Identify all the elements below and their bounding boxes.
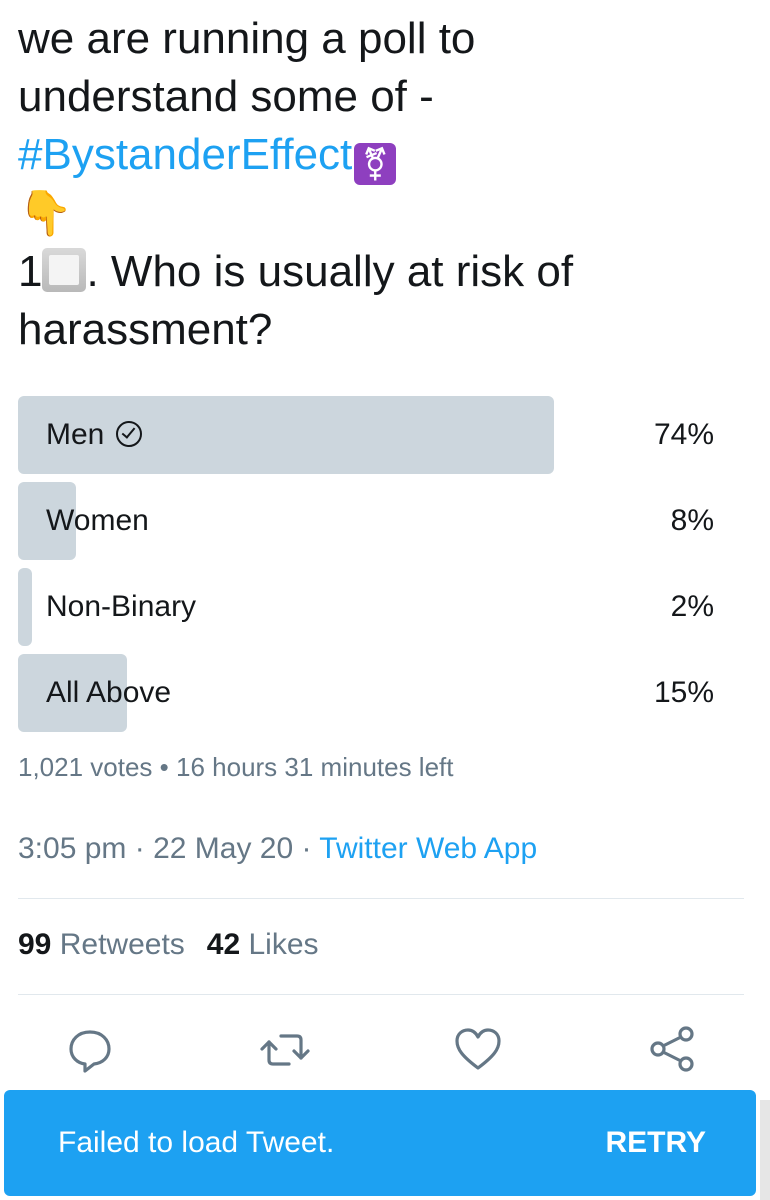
error-toast: Failed to load Tweet. RETRY (4, 1090, 756, 1196)
likes-count: 42 (206, 928, 241, 961)
time-left: 16 hours 31 minutes left (176, 752, 454, 782)
poll-option: Men 74% (18, 396, 734, 474)
toast-message: Failed to load Tweet. (58, 1126, 335, 1159)
retry-button[interactable]: RETRY (605, 1090, 706, 1196)
poll-bar (18, 568, 32, 646)
share-icon[interactable] (642, 1020, 702, 1080)
poll-option-label: Men (46, 418, 105, 451)
tweet-timestamp: 3:05 pm · 22 May 20 · Twitter Web App (18, 832, 538, 865)
retweet-icon[interactable] (255, 1020, 315, 1080)
tweet-line-1: we are running a poll to (18, 14, 476, 63)
transgender-symbol-icon: ⚧ (354, 143, 397, 185)
question-number: 1 (18, 247, 43, 296)
likes-label: Likes (248, 928, 319, 961)
poll-option-percent: 2% (670, 590, 714, 623)
retweets-label: Retweets (59, 928, 185, 961)
poll-option-percent: 15% (653, 676, 714, 709)
tweet-date: 22 May 20 (153, 832, 294, 865)
keycap-icon (42, 248, 87, 292)
like-icon[interactable] (448, 1020, 508, 1080)
retweets-stat[interactable]: 99 Retweets (18, 928, 185, 961)
reply-icon[interactable] (60, 1020, 120, 1080)
tweet-time: 3:05 pm (18, 832, 127, 865)
engagement-stats: 99 Retweets 42 Likes (18, 928, 319, 962)
poll-option-label: All Above (46, 676, 172, 709)
cut-off-previous-line (18, 0, 448, 4)
poll-option-label: Women (46, 504, 149, 537)
background-edge (760, 1100, 770, 1200)
retweets-count: 99 (18, 928, 52, 961)
tweet-text: we are running a poll to understand some… (18, 10, 748, 359)
poll-option-label: Non-Binary (46, 590, 197, 623)
poll-option: Women 8% (18, 482, 734, 560)
divider (18, 898, 744, 899)
poll-option: Non-Binary 2% (18, 568, 734, 646)
tweet-source-link[interactable]: Twitter Web App (319, 832, 537, 865)
check-circle-icon (116, 421, 143, 447)
poll-meta: 1,021 votes • 16 hours 31 minutes left (18, 752, 454, 782)
tweet-line-2: understand some of - (18, 72, 434, 121)
question-line-2: harassment? (18, 305, 273, 354)
question-text: . Who is usually at risk of (86, 247, 574, 296)
divider (18, 994, 744, 995)
poll: Men 74% Women 8% Non-Binary 2% All Above… (18, 396, 734, 740)
action-bar (0, 1020, 770, 1080)
poll-option: All Above 15% (18, 654, 734, 732)
pointing-down-icon: 👇 (18, 189, 73, 238)
vote-count: 1,021 votes (18, 752, 153, 782)
poll-option-percent: 74% (653, 418, 714, 451)
poll-option-percent: 8% (670, 504, 714, 537)
likes-stat[interactable]: 42 Likes (207, 928, 319, 961)
hashtag-link[interactable]: #BystanderEffect (18, 130, 352, 179)
